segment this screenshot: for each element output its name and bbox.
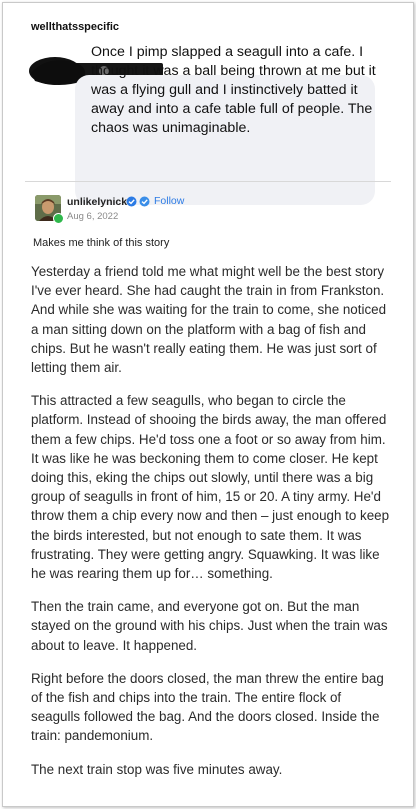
divider [25,181,391,182]
story-paragraph: Right before the doors closed, the man t… [31,670,384,744]
post-card: wellthatsspecific Once I pimp slapped a … [2,2,414,807]
online-status-dot [53,213,64,224]
story-paragraph: Yesterday a friend told me what might we… [31,264,387,376]
reblog-comment: Makes me think of this story [33,237,170,249]
follow-button[interactable]: Follow [154,195,184,207]
story-paragraph: Then the train came, and everyone got on… [31,599,388,653]
verified-badge-icon [126,196,150,207]
original-poster-username[interactable]: wellthatsspecific [31,21,119,33]
story-paragraph: The next train stop was five minutes awa… [31,761,283,777]
story-paragraph: This attracted a few seagulls, who began… [31,393,390,582]
reblogger-username[interactable]: unlikelynick [67,196,127,208]
post-date: Aug 6, 2022 [67,211,119,222]
story-body: Yesterday a friend told me what might we… [31,262,391,779]
quote-text: Once I pimp slapped a seagull into a caf… [91,44,376,136]
